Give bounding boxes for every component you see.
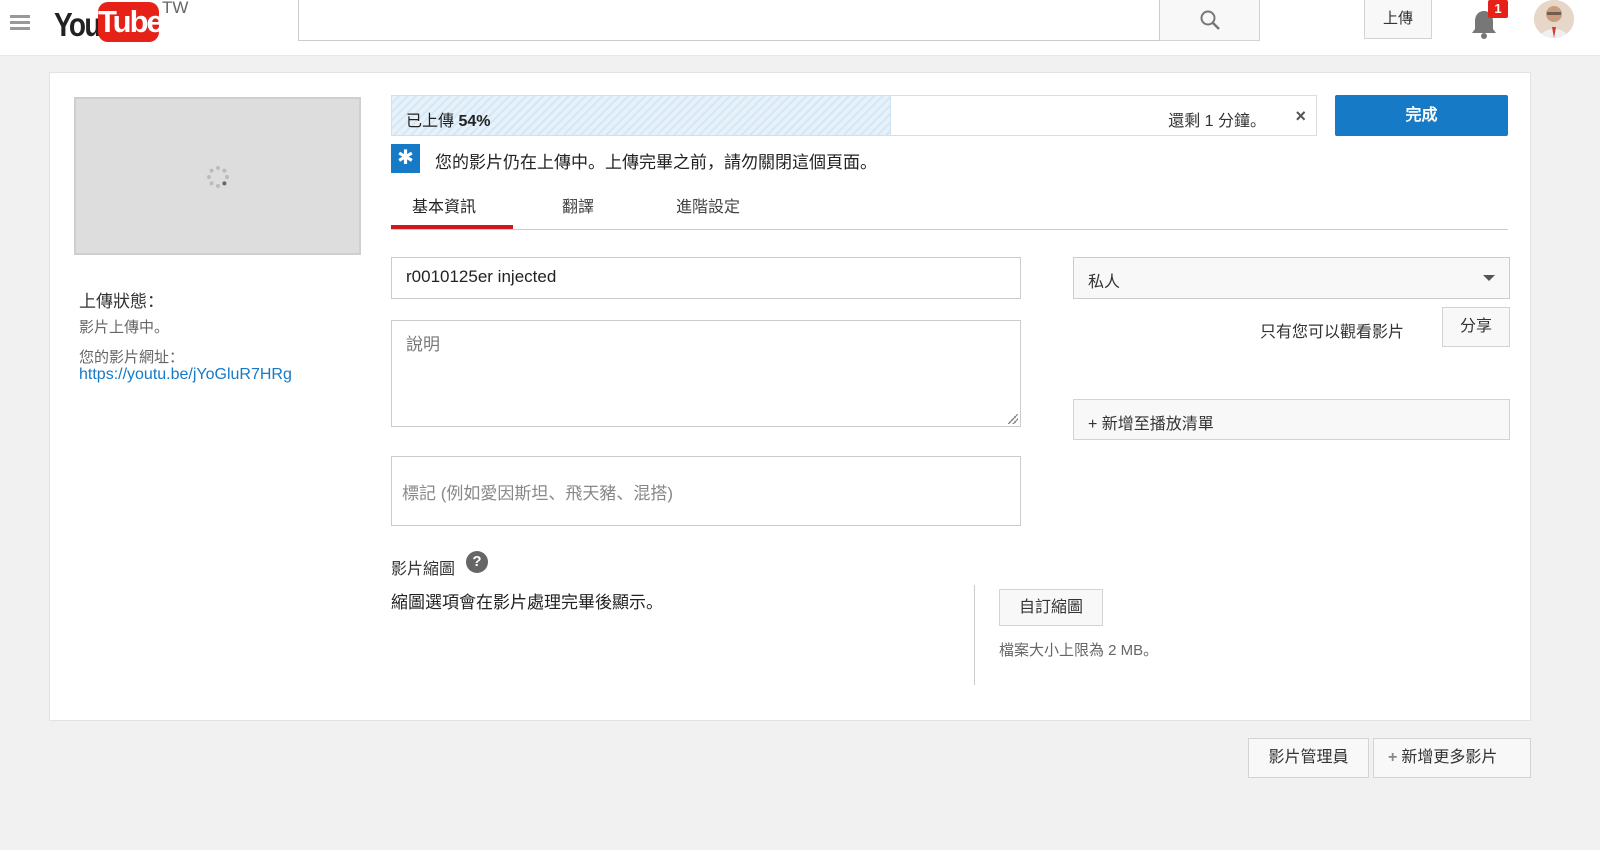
- custom-thumbnail-button[interactable]: 自訂縮圖: [999, 589, 1103, 626]
- chevron-down-icon: [1483, 275, 1495, 281]
- add-to-playlist-button[interactable]: + 新增至播放清單: [1073, 399, 1510, 440]
- thumbnail-heading: 影片縮圖: [391, 561, 456, 578]
- upload-status-text: 影片上傳中。: [79, 319, 170, 336]
- logo-region: TW: [162, 0, 189, 17]
- logo-tube: Tube: [98, 2, 164, 42]
- tab-advanced-settings[interactable]: 進階設定: [676, 193, 740, 217]
- active-tab-indicator: [391, 225, 513, 229]
- tabs: 基本資訊 翻譯 進階設定: [391, 185, 1508, 230]
- privacy-select[interactable]: 私人: [1073, 257, 1510, 299]
- divider: [974, 585, 975, 685]
- video-manager-button[interactable]: 影片管理員: [1248, 738, 1369, 778]
- upload-progress-bar: 已上傳 54% 還剩 1 分鐘。 ×: [391, 95, 1317, 136]
- title-input[interactable]: r0010125er injected: [391, 257, 1021, 299]
- search-input[interactable]: [298, 0, 1160, 41]
- upload-progress-label: 已上傳 54%: [406, 113, 491, 130]
- video-thumbnail-placeholder: [74, 97, 361, 255]
- upload-progress-percent: 54%: [458, 113, 491, 130]
- tags-input[interactable]: 標記 (例如愛因斯坦、飛天豬、混搭): [391, 456, 1021, 526]
- tab-translation[interactable]: 翻譯: [562, 193, 594, 217]
- help-icon[interactable]: ?: [466, 551, 488, 573]
- file-size-limit-text: 檔案大小上限為 2 MB。: [999, 642, 1159, 659]
- description-placeholder: 說明: [406, 335, 440, 354]
- upload-button[interactable]: 上傳: [1364, 0, 1432, 39]
- upload-card: 上傳狀態： 影片上傳中。 您的影片網址： https://youtu.be/jY…: [49, 72, 1531, 721]
- time-remaining: 還剩 1 分鐘。: [1168, 113, 1266, 130]
- privacy-note: 只有您可以觀看影片: [1260, 324, 1405, 341]
- search-button[interactable]: [1160, 0, 1260, 41]
- close-icon[interactable]: ×: [1295, 106, 1306, 127]
- star-notice-icon: ✱: [391, 144, 420, 173]
- avatar[interactable]: [1534, 0, 1574, 38]
- thumbnail-note: 縮圖選項會在影片處理完畢後顯示。: [391, 593, 663, 612]
- notifications-button[interactable]: 1: [1466, 0, 1508, 42]
- search-icon: [1200, 10, 1220, 30]
- notification-count-badge: 1: [1488, 0, 1508, 18]
- masthead: You Tube TW 上傳 1: [0, 0, 1600, 56]
- tab-basic-info[interactable]: 基本資訊: [412, 193, 476, 217]
- add-more-videos-button[interactable]: + 新增更多影片: [1373, 738, 1531, 778]
- share-button[interactable]: 分享: [1442, 307, 1510, 347]
- add-more-videos-label: 新增更多影片: [1401, 749, 1498, 766]
- description-textarea[interactable]: 說明: [391, 320, 1021, 427]
- logo-you: You: [54, 6, 102, 43]
- menu-icon[interactable]: [10, 12, 32, 34]
- upload-notice-text: 您的影片仍在上傳中。上傳完畢之前，請勿關閉這個頁面。: [435, 153, 877, 172]
- video-url-label: 您的影片網址：: [79, 349, 185, 366]
- resize-handle-icon[interactable]: [1008, 414, 1018, 424]
- loading-spinner-icon: [207, 166, 229, 188]
- video-url-link[interactable]: https://youtu.be/jYoGluR7HRg: [79, 366, 292, 384]
- upload-status-label: 上傳狀態：: [79, 292, 164, 311]
- done-button[interactable]: 完成: [1335, 95, 1508, 136]
- plus-icon: +: [1388, 749, 1398, 766]
- privacy-selected-value: 私人: [1088, 274, 1121, 291]
